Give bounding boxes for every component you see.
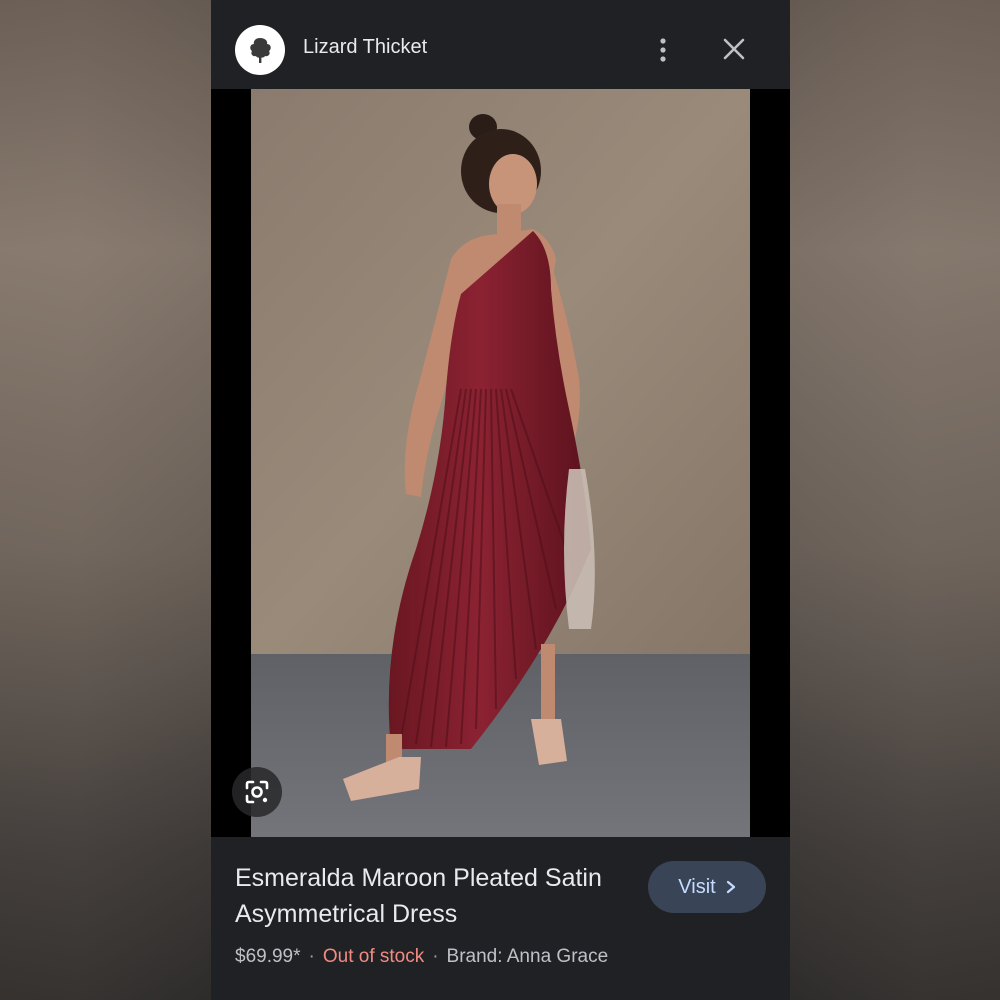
brand: Brand: Anna Grace	[446, 946, 609, 967]
close-icon	[723, 38, 745, 60]
stock-status: Out of stock	[322, 946, 425, 967]
dress-model-illustration	[251, 89, 750, 837]
visit-button[interactable]: Visit	[648, 861, 766, 913]
chevron-right-icon	[726, 880, 735, 894]
product-title[interactable]: Esmeralda Maroon Pleated Satin Asymmetri…	[235, 860, 625, 932]
header: Lizard Thicket	[211, 0, 790, 89]
blurred-background-left	[0, 0, 211, 1000]
close-button[interactable]	[719, 34, 749, 64]
more-vert-icon	[660, 38, 666, 62]
image-preview-panel: Lizard Thicket Esmeralda Maroon Pleated …	[211, 0, 790, 1000]
blurred-background-right	[789, 0, 1000, 1000]
product-photo	[251, 89, 750, 837]
price: $69.99*	[235, 946, 301, 967]
visit-label: Visit	[678, 875, 716, 898]
visual-search-button[interactable]	[232, 767, 282, 817]
site-logo[interactable]	[235, 25, 285, 75]
separator-dot: ·	[432, 946, 439, 967]
more-options-button[interactable]	[651, 36, 675, 64]
product-image-area[interactable]	[211, 89, 790, 837]
product-meta: $69.99* · Out of stock · Brand: Anna Grace	[235, 946, 608, 968]
google-lens-icon	[245, 780, 269, 804]
site-name[interactable]: Lizard Thicket	[303, 36, 427, 59]
separator-dot: ·	[308, 946, 315, 967]
tree-logo-icon	[250, 38, 271, 63]
